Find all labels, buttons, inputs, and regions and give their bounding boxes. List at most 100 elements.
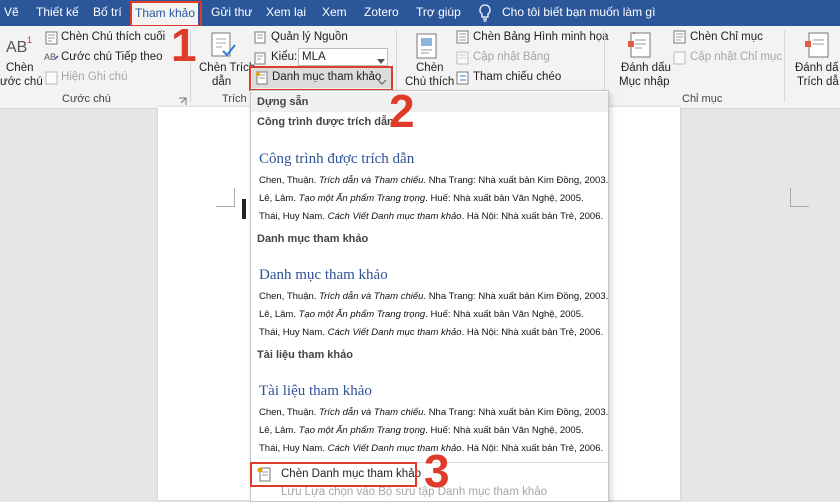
show-notes-button[interactable]: Hiện Ghi chú [61,71,127,83]
ref-author: Thái, Huy Nam. [259,327,328,338]
ref-author: Lê, Lâm. [259,425,299,436]
insert-index-icon [673,30,687,47]
style-label: Kiểu: [271,51,298,63]
ref-publisher: . Hà Nội: Nhà xuất bản Trẻ, 2006. [461,327,604,338]
step-number-2: 2 [389,85,415,137]
ref-publisher: . Nha Trang: Nhà xuất bản Kim Đồng, 2003… [423,407,609,418]
mark-citation-icon [805,31,831,62]
index-group-label: Chỉ mục [682,93,723,105]
section-label-bibliography: Danh mục tham khảo [257,233,369,245]
ref-title: Tạo một Ấn phẩm Trang trọng [298,193,426,204]
next-footnote-icon: AB [44,50,60,67]
reference-line: Chen, Thuận. Trích dẫn và Tham chiếu. Nh… [259,407,608,418]
margin-mark-right [790,188,809,207]
ref-author: Lê, Lâm. [259,193,299,204]
ref-title: Tạo một Ấn phẩm Trang trọng [298,425,426,436]
svg-text:AB: AB [44,52,56,62]
style-select[interactable]: MLA [298,48,388,66]
ref-title: Tạo một Ấn phẩm Trang trọng [298,309,426,320]
gallery-item-title: Tài liệu tham khảo [259,383,372,399]
ref-author: Chen, Thuận. [259,175,320,186]
tab-draw[interactable]: Vẽ [4,0,19,26]
update-index-icon [673,51,687,68]
bibliography-gallery: Dựng sẵn Công trình được trích dẫn Công … [250,90,609,502]
ref-author: Thái, Huy Nam. [259,211,328,222]
insert-caption-icon [414,32,440,63]
insert-endnote-button[interactable]: Chèn Chú thích cuối [61,31,165,43]
ref-author: Chen, Thuận. [259,291,320,302]
insert-footnote-label-2[interactable]: ước chú [0,76,43,88]
next-footnote-button[interactable]: Cước chú Tiếp theo [61,51,163,63]
reference-line: Lê, Lâm. Tạo một Ấn phẩm Trang trọng. Hu… [259,193,584,204]
ref-author: Thái, Huy Nam. [259,443,328,454]
highlight-box-bibliography [249,66,393,91]
mark-citation-label-2[interactable]: Trích dẫ [797,76,839,88]
mark-entry-icon [628,31,654,62]
section-label-references: Tài liệu tham khảo [257,349,353,361]
tab-help[interactable]: Trợ giúp [416,0,461,26]
reference-line: Lê, Lâm. Tạo một Ấn phẩm Trang trọng. Hu… [259,425,584,436]
text-cursor-glyph [242,199,246,219]
insert-caption-label-1[interactable]: Chèn [416,62,444,74]
reference-line: Lê, Lâm. Tạo một Ấn phẩm Trang trọng. Hu… [259,309,584,320]
insert-endnote-icon [45,31,59,48]
insert-footnote-icon: AB 1 [6,34,34,61]
mark-citation-label-1[interactable]: Đánh dấ [795,62,838,74]
ref-title: Trích dẫn và Tham chiếu [319,407,424,418]
gallery-item-bibliography[interactable]: Danh mục tham khảo Chen, Thuận. Trích dẫ… [251,251,608,343]
manage-sources-button[interactable]: Quản lý Nguồn [271,31,348,43]
insert-table-of-figures-button[interactable]: Chèn Bảng Hình minh họa [473,31,609,43]
tab-view[interactable]: Xem [322,0,347,26]
tab-mailings[interactable]: Gửi thư [211,0,252,26]
show-notes-icon [45,71,59,88]
cross-reference-button[interactable]: Tham chiếu chéo [473,71,561,83]
ref-publisher: . Nha Trang: Nhà xuất bản Kim Đồng, 2003… [423,291,609,302]
lightbulb-icon [478,4,492,25]
insert-citation-label-2[interactable]: dẫn [212,76,231,88]
insert-citation-label-1[interactable]: Chèn Trích [199,62,255,74]
step-number-3: 3 [424,445,450,497]
tab-zotero[interactable]: Zotero [364,0,399,26]
table-of-figures-icon [456,30,470,47]
tab-design[interactable]: Thiết kế [36,0,79,26]
ref-publisher: . Hà Nội: Nhà xuất bản Trẻ, 2006. [461,211,604,222]
margin-mark-left [216,188,235,207]
mark-entry-label-1[interactable]: Đánh dấu [621,62,671,74]
svg-text:AB: AB [6,39,27,56]
update-table-icon [456,51,470,68]
ref-title: Trích dẫn và Tham chiếu [319,291,424,302]
insert-index-button[interactable]: Chèn Chỉ mục [690,31,763,43]
manage-sources-icon [254,30,268,47]
reference-line: Chen, Thuận. Trích dẫn và Tham chiếu. Nh… [259,291,608,302]
reference-line: Thái, Huy Nam. Cách Viết Danh mục tham k… [259,327,603,338]
update-index-button[interactable]: Cập nhật Chỉ mục [690,51,782,63]
footnotes-group-label: Cước chú [62,93,111,105]
step-number-1: 1 [171,19,197,71]
ref-publisher: . Huế: Nhà xuất bản Văn Nghệ, 2005. [425,425,584,436]
gallery-item-title: Danh mục tham khảo [259,267,388,283]
ribbon-tab-bar: Vẽ Thiết kế Bố trí Tham khảo Gửi thư Xem… [0,0,840,26]
mark-entry-label-2[interactable]: Mục nhập [619,76,670,88]
ref-author: Chen, Thuận. [259,407,320,418]
ref-title: Cách Viết Danh mục tham khảo [327,327,462,338]
update-table-button[interactable]: Cập nhật Bảng [473,51,550,63]
highlight-box-insert-bibliography [250,462,417,487]
gallery-item-title: Công trình được trích dẫn [259,151,415,167]
style-select-value: MLA [302,51,326,63]
tab-review[interactable]: Xem lại [266,0,306,26]
ref-publisher: . Huế: Nhà xuất bản Văn Nghệ, 2005. [425,309,584,320]
ref-publisher: . Nha Trang: Nhà xuất bản Kim Đồng, 2003… [423,175,609,186]
insert-citation-icon [209,31,237,62]
builtin-header: Dựng sẵn [251,92,608,112]
tell-me-search[interactable]: Cho tôi biết bạn muốn làm gì [502,0,655,26]
svg-text:1: 1 [27,35,32,45]
save-selection-label: Lưu Lựa chọn vào Bộ sưu tập Danh mục tha… [281,486,548,498]
tab-layout[interactable]: Bố trí [93,0,122,26]
insert-footnote-label-1[interactable]: Chèn [6,62,34,74]
ref-publisher: . Hà Nội: Nhà xuất bản Trẻ, 2006. [461,443,604,454]
ref-publisher: . Huế: Nhà xuất bản Văn Nghệ, 2005. [425,193,584,204]
cross-reference-icon [456,71,470,88]
reference-line: Chen, Thuận. Trích dẫn và Tham chiếu. Nh… [259,175,608,186]
ribbon-separator [784,30,785,102]
gallery-item-works-cited[interactable]: Công trình được trích dẫn Chen, Thuận. T… [251,135,608,227]
